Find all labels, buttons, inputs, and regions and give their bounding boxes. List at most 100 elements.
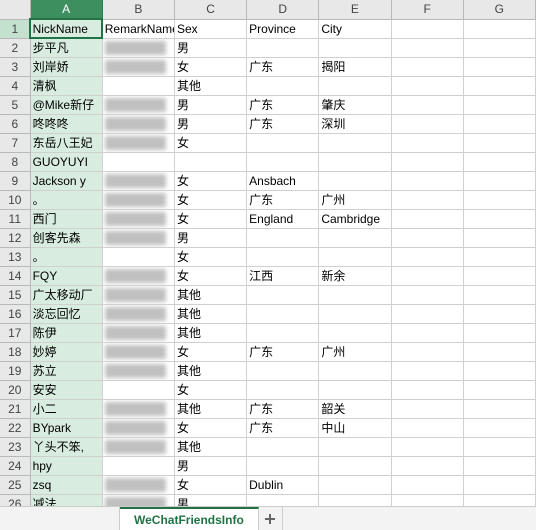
cell[interactable]: 韶关 (319, 399, 391, 418)
cell[interactable] (391, 323, 463, 342)
cell[interactable]: 新余 (319, 266, 391, 285)
cell[interactable] (102, 209, 174, 228)
row-header[interactable]: 1 (0, 19, 30, 38)
row-header[interactable]: 11 (0, 209, 30, 228)
cell[interactable]: 西门 (30, 209, 102, 228)
cell[interactable] (391, 418, 463, 437)
cell[interactable] (102, 190, 174, 209)
cell[interactable] (247, 133, 319, 152)
cell[interactable] (391, 38, 463, 57)
cell[interactable] (391, 361, 463, 380)
cell[interactable] (391, 399, 463, 418)
cell[interactable] (319, 228, 391, 247)
cell[interactable]: 刘岸娇 (30, 57, 102, 76)
cell[interactable]: Dublin (247, 475, 319, 494)
cell[interactable] (247, 228, 319, 247)
row-header[interactable]: 6 (0, 114, 30, 133)
cell[interactable] (463, 38, 535, 57)
cell[interactable] (102, 494, 174, 506)
cell[interactable] (463, 437, 535, 456)
cell[interactable] (319, 247, 391, 266)
cell[interactable] (463, 57, 535, 76)
cell[interactable] (391, 228, 463, 247)
cell[interactable]: 揭阳 (319, 57, 391, 76)
cell[interactable]: 广东 (247, 190, 319, 209)
cell[interactable] (391, 342, 463, 361)
cell[interactable] (463, 19, 535, 38)
cell[interactable]: 其他 (174, 437, 246, 456)
cell[interactable] (463, 361, 535, 380)
cell[interactable] (463, 76, 535, 95)
cell[interactable] (463, 342, 535, 361)
cell[interactable]: 男 (174, 494, 246, 506)
cell[interactable]: 安安 (30, 380, 102, 399)
cell[interactable] (319, 456, 391, 475)
cell[interactable] (174, 152, 246, 171)
cell[interactable] (391, 494, 463, 506)
row-header[interactable]: 21 (0, 399, 30, 418)
row-header[interactable]: 25 (0, 475, 30, 494)
cell[interactable] (102, 285, 174, 304)
cell[interactable]: hpy (30, 456, 102, 475)
row-header[interactable]: 9 (0, 171, 30, 190)
cell[interactable] (102, 361, 174, 380)
cell[interactable]: 女 (174, 475, 246, 494)
cell[interactable] (463, 399, 535, 418)
cell[interactable] (102, 133, 174, 152)
cell[interactable] (463, 133, 535, 152)
cell[interactable] (463, 494, 535, 506)
cell[interactable] (391, 95, 463, 114)
sheet-tab-active[interactable]: WeChatFriendsInfo (120, 507, 259, 530)
column-header-G[interactable]: G (463, 0, 535, 19)
cell[interactable] (102, 228, 174, 247)
cell[interactable] (102, 342, 174, 361)
cell[interactable] (463, 304, 535, 323)
cell[interactable]: 广东 (247, 342, 319, 361)
column-header-F[interactable]: F (391, 0, 463, 19)
cell[interactable] (391, 190, 463, 209)
row-header[interactable]: 13 (0, 247, 30, 266)
column-header-C[interactable]: C (174, 0, 246, 19)
cell[interactable] (463, 209, 535, 228)
cell[interactable]: 广东 (247, 399, 319, 418)
cell[interactable]: 女 (174, 247, 246, 266)
cell[interactable] (319, 38, 391, 57)
cell[interactable] (463, 475, 535, 494)
cell[interactable]: 女 (174, 171, 246, 190)
cell[interactable] (319, 380, 391, 399)
cell[interactable] (319, 494, 391, 506)
row-header[interactable]: 24 (0, 456, 30, 475)
cell[interactable] (102, 152, 174, 171)
cell[interactable] (247, 437, 319, 456)
cell[interactable]: 其他 (174, 76, 246, 95)
cell[interactable]: 广东 (247, 95, 319, 114)
cell[interactable] (247, 38, 319, 57)
active-cell[interactable]: NickName (30, 19, 102, 38)
cell[interactable] (102, 418, 174, 437)
cell[interactable] (463, 171, 535, 190)
cell[interactable]: 广东 (247, 57, 319, 76)
cell[interactable] (463, 190, 535, 209)
cell[interactable] (247, 380, 319, 399)
cell[interactable] (391, 152, 463, 171)
column-header-A[interactable]: A (30, 0, 102, 19)
cell[interactable]: 广东 (247, 418, 319, 437)
cell[interactable] (391, 380, 463, 399)
cell[interactable] (102, 76, 174, 95)
cell[interactable]: 小二 (30, 399, 102, 418)
cell[interactable]: 男 (174, 114, 246, 133)
cell[interactable] (102, 266, 174, 285)
cell[interactable]: 其他 (174, 399, 246, 418)
cell[interactable]: 其他 (174, 361, 246, 380)
cell[interactable] (102, 38, 174, 57)
cell[interactable] (463, 114, 535, 133)
cell[interactable]: 苏立 (30, 361, 102, 380)
row-header[interactable]: 23 (0, 437, 30, 456)
column-header-E[interactable]: E (319, 0, 391, 19)
spreadsheet-grid[interactable]: ABCDEFG 1NickNameRemarkNameSexProvinceCi… (0, 0, 536, 506)
cell[interactable]: 女 (174, 133, 246, 152)
cell[interactable] (391, 456, 463, 475)
cell[interactable]: 其他 (174, 323, 246, 342)
row-header[interactable]: 19 (0, 361, 30, 380)
column-header-B[interactable]: B (102, 0, 174, 19)
